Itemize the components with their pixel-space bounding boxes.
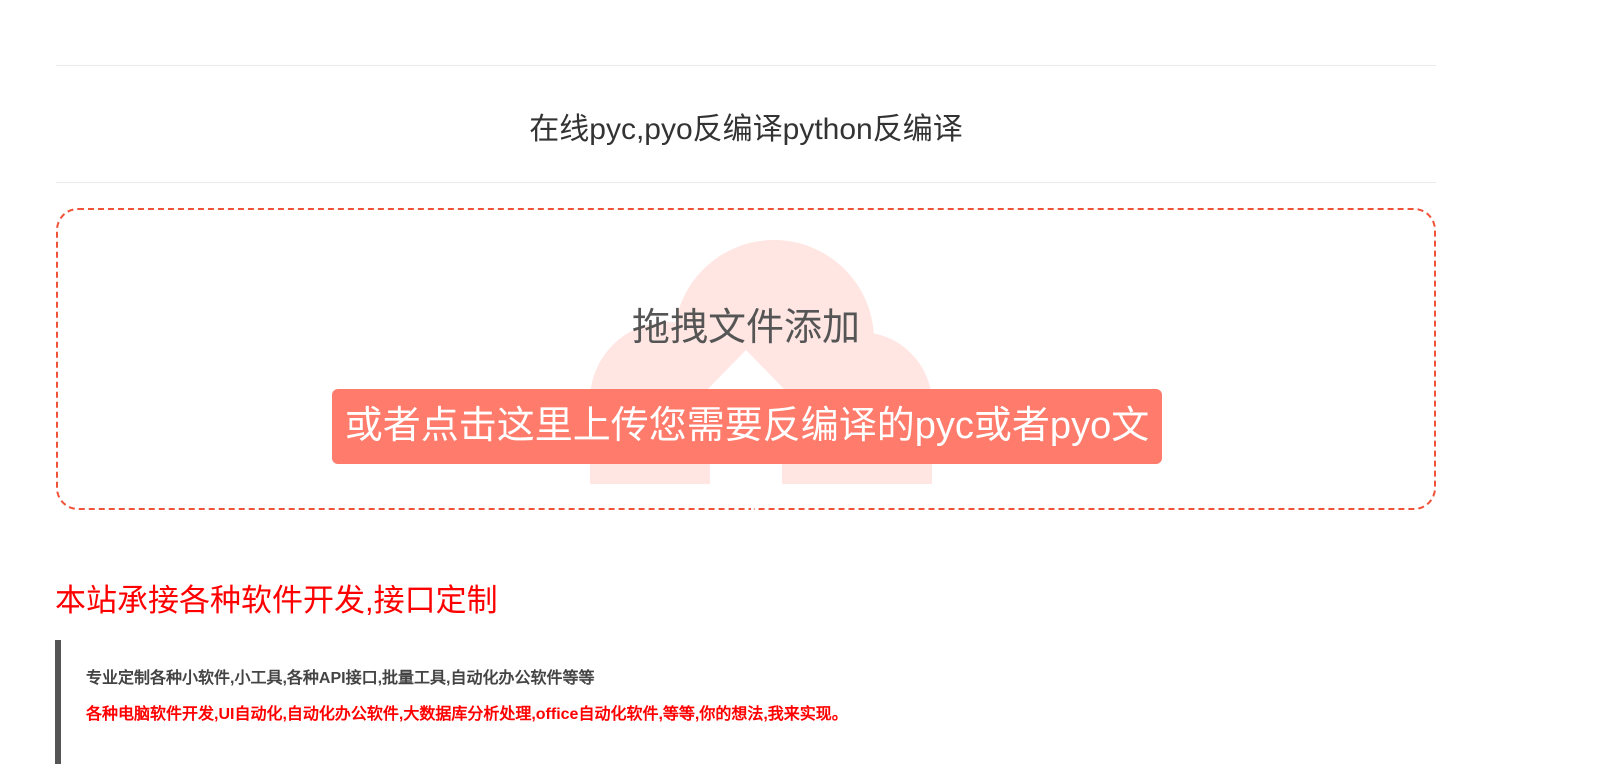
drag-hint: 拖拽文件添加 bbox=[631, 307, 860, 349]
page-title: 在线pyc,pyo反编译python反编译 bbox=[529, 113, 963, 146]
promo-line-1: 专业定制各种小软件,小工具,各种API接口,批量工具,自动化办公软件等等 bbox=[86, 670, 595, 687]
upload-file-button[interactable]: 或者点击这里上传您需要反编译的pyc或者pyo文件 bbox=[332, 389, 1162, 522]
title-divider bbox=[56, 182, 1436, 183]
file-dropzone[interactable]: 拖拽文件添加 或者点击这里上传您需要反编译的pyc或者pyo文件 bbox=[56, 208, 1436, 522]
top-divider bbox=[56, 65, 1436, 66]
promo-heading: 本站承接各种软件开发,接口定制 bbox=[55, 583, 498, 618]
page: 在线pyc,pyo反编译python反编译 拖拽文件添加 或者点击这里上传您需要… bbox=[0, 0, 1618, 764]
promo-blockquote: 专业定制各种小软件,小工具,各种API接口,批量工具,自动化办公软件等等 各种电… bbox=[55, 640, 1061, 764]
promo-line-2: 各种电脑软件开发,UI自动化,自动化办公软件,大数据库分析处理,office自动… bbox=[86, 706, 848, 723]
